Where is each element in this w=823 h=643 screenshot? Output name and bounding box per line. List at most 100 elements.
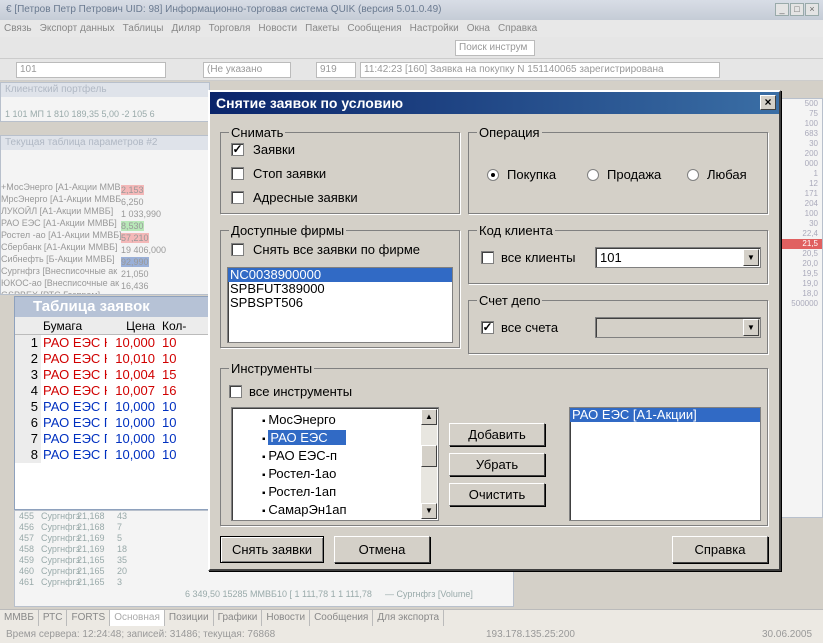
menu-item[interactable]: Связь — [4, 23, 32, 34]
menu-item[interactable]: Справка — [498, 23, 537, 34]
right-value: 20,5 — [802, 249, 818, 258]
search-input[interactable]: Поиск инструм — [455, 40, 535, 56]
firm-item[interactable]: SPBFUT389000 — [228, 282, 452, 296]
row-number: 5 — [15, 399, 41, 415]
tab-2[interactable]: FORTS — [67, 610, 111, 626]
param-row: Сибнефть [Б-Акции ММВБ] 92,990 — [1, 254, 206, 267]
address-orders-checkbox[interactable] — [231, 191, 244, 204]
tab-1[interactable]: РТС — [39, 610, 68, 626]
instrument-item[interactable]: ▪ РАО ЕЭС-п — [232, 447, 438, 465]
tab-7[interactable]: Сообщения — [310, 610, 374, 626]
depo-group-label: Счет депо — [477, 293, 543, 308]
tab-6[interactable]: Новости — [262, 610, 311, 626]
menu-item[interactable]: Диляр — [171, 23, 200, 34]
trade-cell: 21,169 — [77, 533, 105, 543]
table-row[interactable]: 6 РАО ЕЭС П 10,000 10 — [15, 415, 209, 431]
trade-cell: 21,165 — [77, 577, 105, 587]
selected-instrument-item[interactable]: РАО ЕЭС [А1-Акции] — [570, 408, 760, 422]
menu-item[interactable]: Настройки — [410, 23, 459, 34]
chevron-down-icon[interactable]: ▼ — [743, 249, 759, 266]
all-accounts-checkbox[interactable]: ✓ — [481, 321, 494, 334]
scroll-down-icon[interactable]: ▼ — [421, 503, 437, 519]
param-name: Сургнфгз [Внесписочные ак — [1, 266, 118, 276]
clear-button[interactable]: Очистить — [449, 483, 545, 506]
instrument-item[interactable]: ▪ Ростел-1ап — [232, 483, 438, 501]
menu-item[interactable]: Пакеты — [305, 23, 339, 34]
param-row: GSPBEX [РТС Газпром] 82,8700 — [1, 290, 206, 295]
instrument-item[interactable]: ▪ РАО ЕЭС — [232, 429, 438, 447]
client-code-combo[interactable]: 101 ▼ — [595, 247, 761, 268]
toolbar-combo-1[interactable]: 101 — [16, 62, 166, 78]
param-name: ЮКОС-ао [Внесписочные ак — [1, 278, 120, 288]
scroll-thumb[interactable] — [421, 445, 437, 467]
remove-button[interactable]: Убрать — [449, 453, 545, 476]
instrument-label: РАО ЕЭС — [268, 430, 346, 445]
depo-account-combo[interactable]: ▼ — [595, 317, 761, 338]
toolbar-combo-2[interactable]: (Не указано — [203, 62, 291, 78]
param-name: GSPBEX [РТС Газпром] — [1, 290, 101, 295]
cancel-orders-dialog: Снятие заявок по условию × Снимать ✓ Зая… — [208, 90, 781, 571]
firms-list[interactable]: NC0038900000 SPBFUT389000 SPBSPT506 — [227, 267, 453, 343]
radio-sell[interactable] — [587, 169, 599, 181]
help-button[interactable]: Справка — [672, 536, 768, 563]
orders-checkbox[interactable]: ✓ — [231, 143, 244, 156]
col-qty[interactable]: Кол- — [159, 317, 199, 334]
instruments-list[interactable]: ▪ МосЭнерго ▪ РАО ЕЭС ▪ РАО ЕЭС-п ▪ Ростел-… — [231, 407, 439, 521]
submit-button[interactable]: Снять заявки — [220, 536, 324, 563]
table-row[interactable]: 8 РАО ЕЭС П 10,000 10 — [15, 447, 209, 463]
menu-item[interactable]: Окна — [467, 23, 490, 34]
trade-cell: 21,168 — [77, 511, 105, 521]
firm-item[interactable]: NC0038900000 — [228, 268, 452, 282]
menu-item[interactable]: Таблицы — [123, 23, 164, 34]
instrument-item[interactable]: ▪ Ростел-1ао — [232, 465, 438, 483]
scroll-up-icon[interactable]: ▲ — [421, 409, 437, 425]
col-price[interactable]: Цена — [107, 317, 159, 334]
table-row[interactable]: 1 РАО ЕЭС К 10,000 10 — [15, 335, 209, 351]
table-row[interactable]: 2 РАО ЕЭС К 10,010 10 — [15, 351, 209, 367]
table-row[interactable]: 4 РАО ЕЭС К 10,007 16 — [15, 383, 209, 399]
param-row: МрсЭнерго [А1-Акции ММВБ]6,250 — [1, 194, 206, 207]
dialog-title-text: Снятие заявок по условию — [216, 95, 404, 111]
trade-row: 461 Сургнфгз21,165 3 — [15, 577, 513, 588]
right-value: 500000 — [791, 299, 818, 308]
cancel-button[interactable]: Отмена — [334, 536, 430, 563]
instrument-item[interactable]: ▪ МосЭнерго — [232, 411, 438, 429]
instrument-item[interactable]: ▪ СамарЭн1ап — [232, 501, 438, 519]
menu-item[interactable]: Новости — [258, 23, 297, 34]
selected-instruments-list[interactable]: РАО ЕЭС [А1-Акции] — [569, 407, 761, 521]
dialog-close-icon[interactable]: × — [760, 95, 776, 110]
menu-item[interactable]: Торговля — [209, 23, 251, 34]
right-value: 100 — [804, 119, 818, 128]
remove-all-firm-checkbox[interactable] — [231, 243, 244, 256]
tab-8[interactable]: Для экспорта — [373, 610, 445, 626]
radio-any[interactable] — [687, 169, 699, 181]
instruments-scrollbar[interactable]: ▲ ▼ — [421, 409, 437, 519]
add-button[interactable]: Добавить — [449, 423, 545, 446]
tab-5[interactable]: Графики — [214, 610, 263, 626]
qty-cell: 10 — [162, 431, 177, 446]
price-cell: 10,000 — [115, 447, 155, 462]
tab-4[interactable]: Позиции — [165, 610, 214, 626]
price-cell: 10,000 — [115, 335, 155, 350]
close-icon[interactable]: × — [805, 3, 819, 16]
all-instruments-checkbox[interactable] — [229, 385, 242, 398]
menu-item[interactable]: Сообщения — [347, 23, 401, 34]
stop-orders-checkbox[interactable] — [231, 167, 244, 180]
table-row[interactable]: 3 РАО ЕЭС К 10,004 15 — [15, 367, 209, 383]
tab-3[interactable]: Основная — [110, 610, 165, 626]
trade-cell: 458 — [19, 544, 35, 554]
all-clients-checkbox[interactable] — [481, 251, 494, 264]
menu-item[interactable]: Экспорт данных — [40, 23, 115, 34]
radio-buy[interactable] — [487, 169, 499, 181]
table-row[interactable]: 7 РАО ЕЭС П 10,000 10 — [15, 431, 209, 447]
maximize-icon[interactable]: □ — [790, 3, 804, 16]
chevron-down-icon[interactable]: ▼ — [743, 319, 759, 336]
instrument-label: РАО ЕЭС-п — [268, 448, 338, 463]
right-value: 19,0 — [802, 279, 818, 288]
col-paper[interactable]: Бумага — [41, 317, 107, 334]
tab-0[interactable]: ММВБ — [0, 610, 39, 626]
minimize-icon[interactable]: _ — [775, 3, 789, 16]
table-row[interactable]: 5 РАО ЕЭС П 10,000 10 — [15, 399, 209, 415]
paper-cell: РАО ЕЭС П — [43, 399, 107, 414]
firm-item[interactable]: SPBSPT506 — [228, 296, 452, 310]
